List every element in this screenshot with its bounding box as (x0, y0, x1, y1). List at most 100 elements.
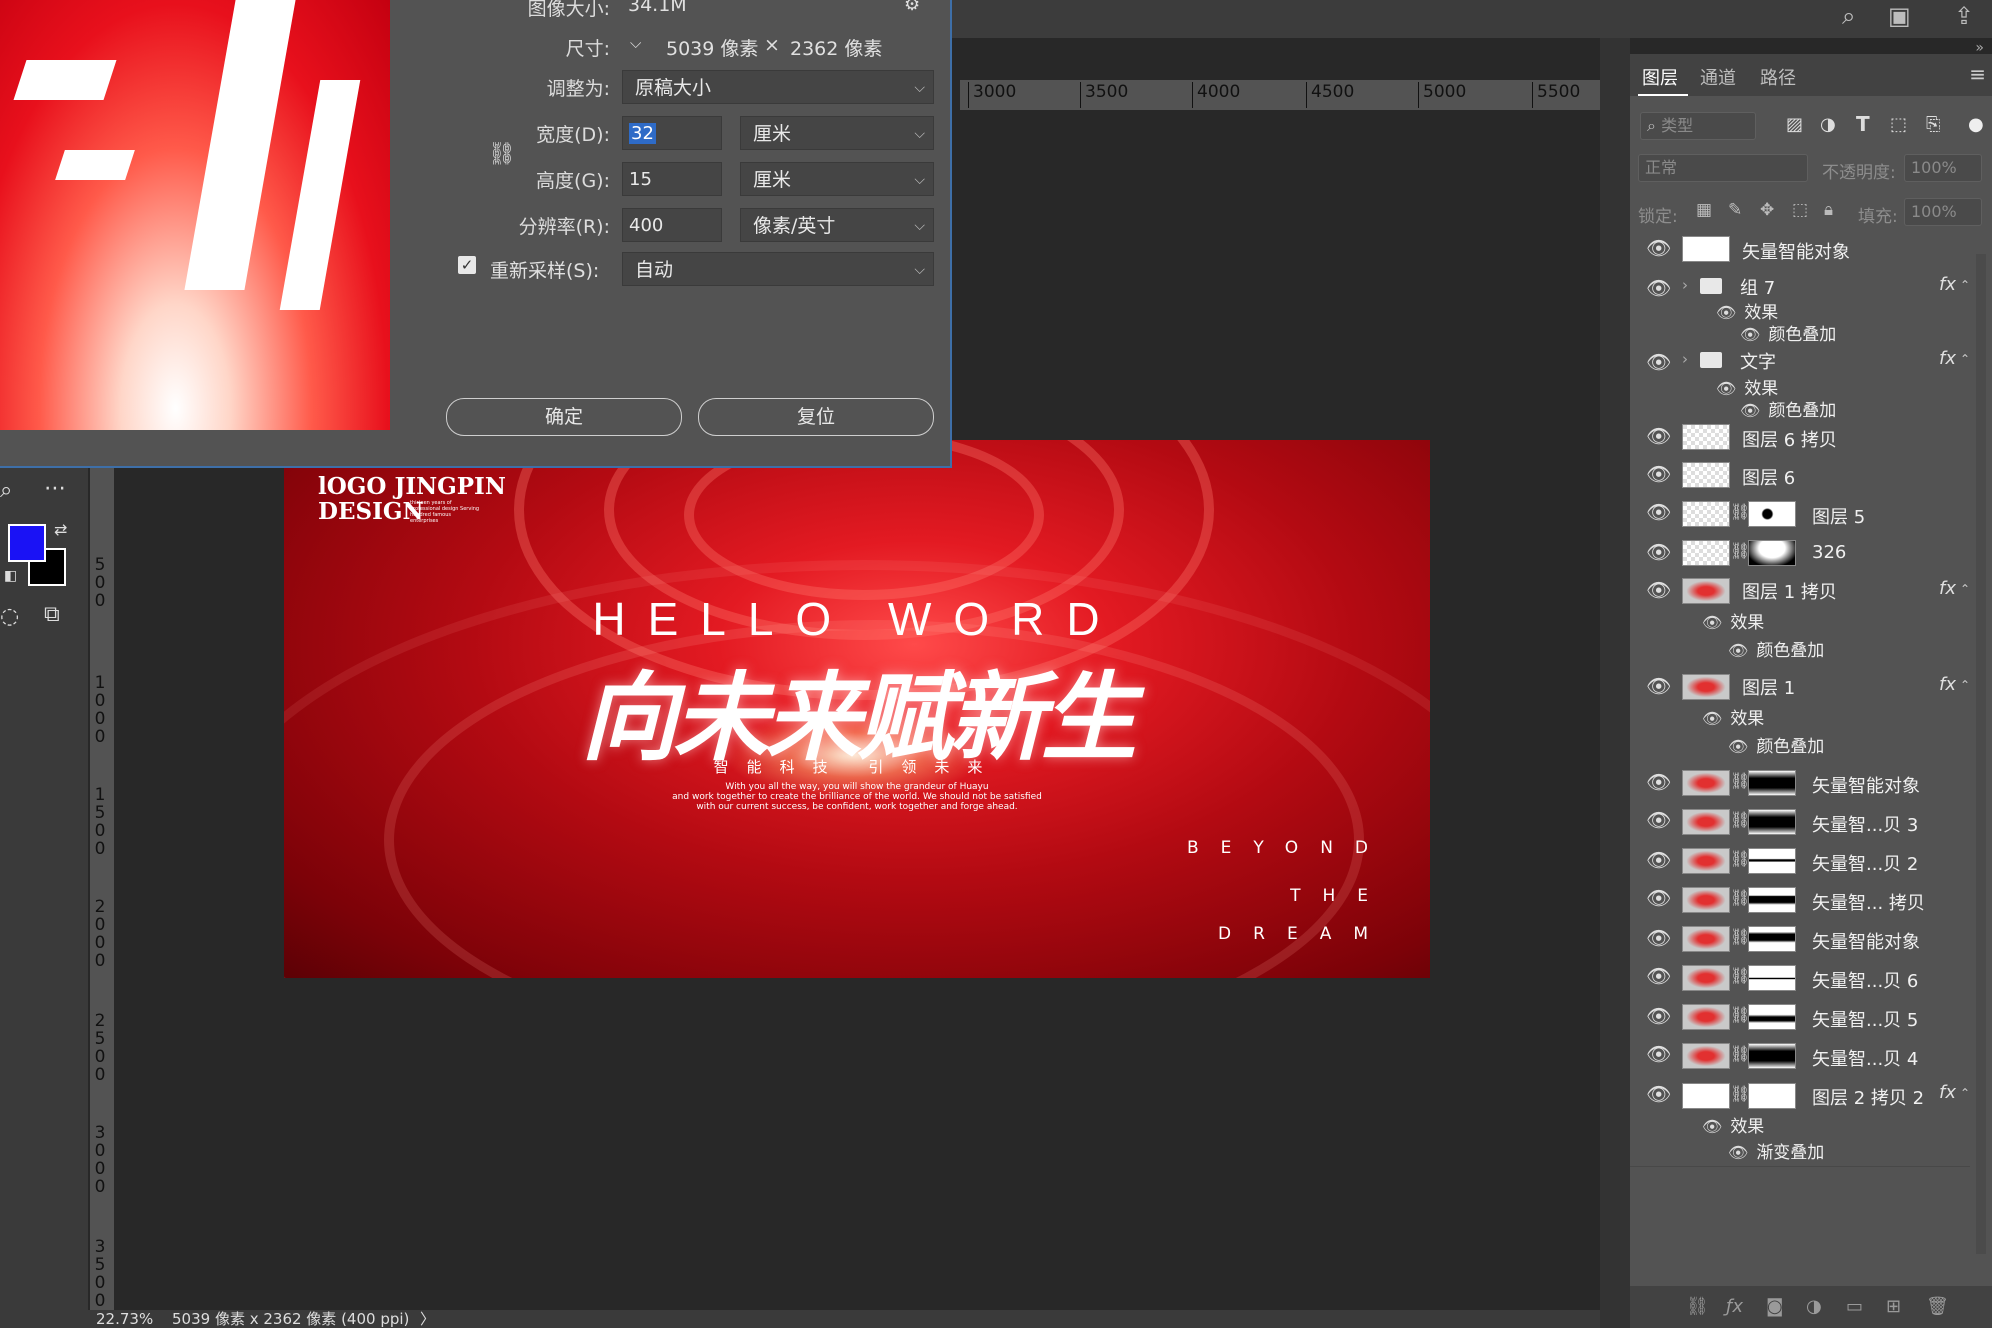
eye-icon[interactable]: 👁︎ (1646, 500, 1671, 524)
eye-icon[interactable]: 👁︎ (1702, 613, 1722, 632)
smart-object-filter-icon[interactable]: ⎘ (1926, 114, 1940, 135)
adjustment-filter-icon[interactable]: ◑ (1820, 114, 1836, 135)
layer-mask-thumbnail[interactable] (1748, 1043, 1796, 1069)
eye-icon[interactable]: 👁︎ (1702, 709, 1722, 728)
layer-mask-thumbnail[interactable] (1748, 965, 1796, 991)
layer-row[interactable]: 👁︎ ⛓ 矢量智能对象 (1630, 764, 1970, 803)
width-unit-select[interactable]: 厘米 ⌵ (740, 116, 934, 150)
resolution-unit-select[interactable]: 像素/英寸 ⌵ (740, 208, 934, 242)
eye-icon[interactable]: 👁︎ (1646, 350, 1671, 374)
layer-mask-thumbnail[interactable] (1748, 1004, 1796, 1030)
zoom-level[interactable]: 22.73% (96, 1310, 153, 1328)
pixel-filter-icon[interactable]: ▨ (1786, 114, 1803, 135)
eye-icon[interactable]: 👁︎ (1646, 236, 1671, 260)
chevron-up-icon[interactable]: ⌃ (1960, 678, 1970, 692)
eye-icon[interactable]: 👁︎ (1716, 303, 1736, 322)
layer-mask-thumbnail[interactable] (1748, 887, 1796, 913)
status-menu-arrow[interactable]: 〉 (420, 1310, 435, 1328)
effect-color-overlay[interactable]: 👁︎ 颜色叠加 (1728, 732, 1824, 757)
layer-filter-select[interactable]: ⌕ 类型 (1640, 112, 1756, 140)
fx-icon[interactable]: fx (1939, 578, 1956, 599)
fx-icon[interactable]: fx (1939, 348, 1956, 369)
search-icon[interactable]: ⌕ (1842, 2, 1855, 30)
gear-icon[interactable]: ⚙ (904, 0, 920, 15)
layer-row[interactable]: 👁︎ 矢量智能对象 (1630, 230, 1970, 269)
chevron-up-icon[interactable]: ⌃ (1960, 352, 1970, 366)
layer-row[interactable]: 👁︎ ⛓ 矢量智...贝 4 (1630, 1036, 1970, 1077)
resample-select[interactable]: 自动 ⌵ (622, 252, 934, 286)
new-group-icon[interactable]: ▭ (1846, 1296, 1863, 1317)
tab-paths[interactable]: 路径 (1760, 64, 1796, 90)
fx-icon[interactable]: fx (1939, 674, 1956, 695)
layer-mask-thumbnail[interactable] (1748, 926, 1796, 952)
more-tools-icon[interactable]: ⋯ (44, 476, 66, 501)
eye-icon[interactable]: 👁︎ (1716, 379, 1736, 398)
document-canvas[interactable]: lOGO JINGPIN DESIGN thirteen years of pr… (284, 440, 1430, 978)
shape-filter-icon[interactable]: ⬚ (1890, 114, 1907, 135)
adjustment-layer-icon[interactable]: ◑ (1806, 1296, 1822, 1317)
add-style-icon[interactable]: ƒx (1726, 1296, 1743, 1317)
layer-row[interactable]: 👁︎ › 文字 fx ⌃ 👁︎ 效果 👁︎ 颜色叠加 (1630, 342, 1970, 421)
layer-mask-thumbnail[interactable] (1748, 1083, 1796, 1109)
eye-icon[interactable]: 👁︎ (1646, 770, 1671, 794)
width-input[interactable]: 32 (622, 116, 722, 150)
resolution-input[interactable]: 400 (622, 208, 722, 242)
layer-row[interactable]: 👁︎ ⛓ 矢量智... 拷贝 (1630, 880, 1970, 921)
eye-icon[interactable]: 👁︎ (1646, 1004, 1671, 1028)
chevron-up-icon[interactable]: ⌃ (1960, 582, 1970, 596)
blend-mode-select[interactable]: 正常 (1638, 154, 1808, 182)
workspace-icon[interactable]: ▣ (1888, 2, 1911, 30)
layer-mask-thumbnail[interactable] (1748, 770, 1796, 796)
lock-paint-icon[interactable]: ✎ (1728, 200, 1742, 220)
eye-icon[interactable]: 👁︎ (1646, 964, 1671, 988)
eye-icon[interactable]: 👁︎ (1646, 848, 1671, 872)
layer-row[interactable]: 👁︎ ⛓ 矢量智...贝 3 (1630, 802, 1970, 843)
chevron-up-icon[interactable]: ⌃ (1960, 278, 1970, 292)
eye-icon[interactable]: 👁︎ (1646, 926, 1671, 950)
swap-colors-icon[interactable]: ⇄ (54, 520, 67, 539)
layer-mask-thumbnail[interactable] (1748, 540, 1796, 566)
layer-row[interactable]: 👁︎ ⛓ 矢量智...贝 5 (1630, 998, 1970, 1037)
layer-row[interactable]: 👁︎ 图层 6 拷贝 (1630, 418, 1970, 457)
eye-icon[interactable]: 👁︎ (1702, 1117, 1722, 1136)
delete-layer-icon[interactable]: 🗑︎ (1926, 1296, 1949, 1317)
foreground-color-swatch[interactable] (8, 524, 46, 562)
fx-icon[interactable]: fx (1939, 274, 1956, 295)
zoom-tool-icon[interactable]: ⌕ (0, 478, 12, 503)
effects-row[interactable]: 👁︎ 效果 (1702, 704, 1764, 729)
layers-scrollbar[interactable] (1976, 254, 1986, 1254)
eye-icon[interactable]: 👁︎ (1728, 641, 1748, 660)
default-colors-icon[interactable]: ◧ (4, 568, 17, 584)
resample-checkbox[interactable]: ✓ (458, 256, 476, 274)
eye-icon[interactable]: 👁︎ (1646, 808, 1671, 832)
eye-icon[interactable]: 👁︎ (1646, 462, 1671, 486)
eye-icon[interactable]: 👁︎ (1646, 674, 1671, 698)
eye-icon[interactable]: 👁︎ (1646, 886, 1671, 910)
layer-row[interactable]: 👁︎ ⛓ 326 (1630, 534, 1970, 573)
eye-icon[interactable]: 👁︎ (1646, 424, 1671, 448)
layer-row[interactable]: 👁︎ ⛓ 矢量智...贝 6 (1630, 958, 1970, 999)
layer-row[interactable]: 👁︎ ⛓ 矢量智...贝 2 (1630, 842, 1970, 881)
layer-row[interactable]: 👁︎ 图层 1 fx ⌃ 👁︎ 效果 👁︎ 颜色叠加 (1630, 668, 1970, 765)
effects-row[interactable]: 👁︎ 效果 (1702, 1112, 1764, 1137)
layer-row[interactable]: 👁︎ 图层 6 (1630, 456, 1970, 495)
height-unit-select[interactable]: 厘米 ⌵ (740, 162, 934, 196)
lock-move-icon[interactable]: ✥ (1760, 200, 1774, 220)
effects-row[interactable]: 👁︎ 效果 (1702, 608, 1764, 633)
opacity-input[interactable]: 100% (1904, 154, 1982, 182)
eye-icon[interactable]: 👁︎ (1728, 1143, 1748, 1162)
tab-channels[interactable]: 通道 (1700, 64, 1736, 90)
reset-button[interactable]: 复位 (698, 398, 934, 436)
chevron-down-icon[interactable]: ⌵ (630, 34, 641, 52)
new-layer-icon[interactable]: ⊞ (1886, 1296, 1901, 1317)
layer-mask-thumbnail[interactable] (1748, 501, 1796, 527)
eye-icon[interactable]: 👁︎ (1646, 1042, 1671, 1066)
layer-row[interactable]: 👁︎ 图层 1 拷贝 fx ⌃ 👁︎ 效果 👁︎ 颜色叠加 (1630, 572, 1970, 669)
chevron-right-icon[interactable]: › (1682, 276, 1688, 294)
tab-layers[interactable]: 图层 (1642, 64, 1678, 90)
layer-row[interactable]: 👁︎ ⛓ 图层 2 拷贝 2 fx ⌃ 👁︎ 效果 👁︎ 渐变叠加 (1630, 1076, 1970, 1167)
eye-icon[interactable]: 👁︎ (1646, 1082, 1671, 1106)
screen-mode-icon[interactable]: ⧉ (44, 602, 60, 627)
fill-input[interactable]: 100% (1904, 198, 1982, 226)
panel-menu-icon[interactable]: ≡ (1969, 62, 1986, 86)
